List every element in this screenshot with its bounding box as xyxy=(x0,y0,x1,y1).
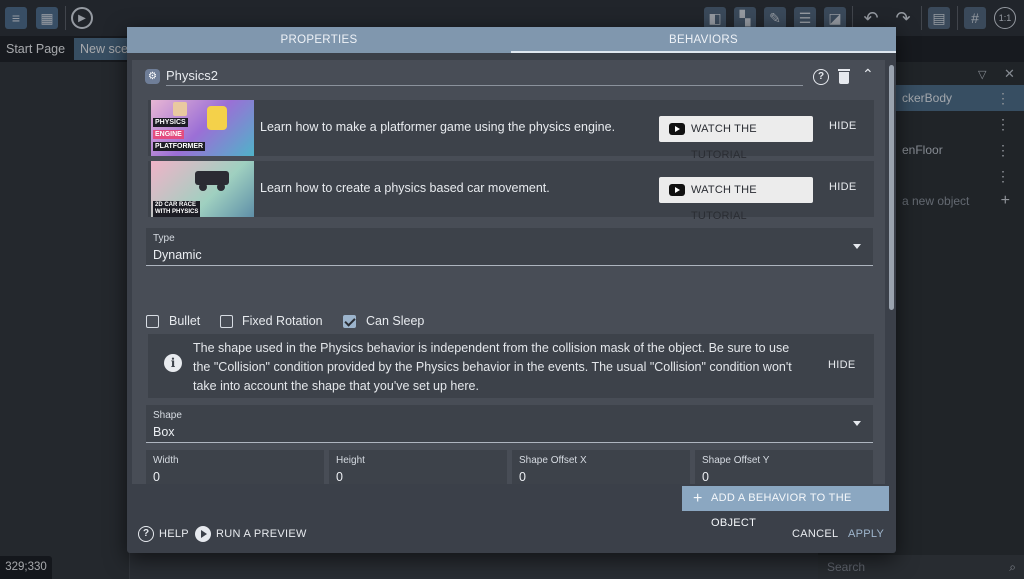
physics-behavior-icon: ⚙ xyxy=(145,69,160,84)
watch-tutorial-button[interactable]: WATCH THE TUTORIAL xyxy=(659,116,813,161)
thumb-caption: 2D CAR RACE WITH PHYSICS xyxy=(153,201,201,217)
shape-offset-x-field[interactable]: Shape Offset X 0 xyxy=(512,450,690,484)
chevron-up-icon[interactable]: ⌃ xyxy=(862,66,874,83)
tab-properties[interactable]: PROPERTIES xyxy=(127,27,511,53)
thumb-caption: ENGINE xyxy=(153,130,184,139)
hide-button[interactable]: HIDE xyxy=(828,359,855,371)
delete-icon[interactable] xyxy=(838,69,850,84)
run-preview-button[interactable]: RUN A PREVIEW xyxy=(216,528,307,540)
caret-down-icon xyxy=(853,244,861,249)
type-label: Type xyxy=(153,233,175,244)
shape-offset-y-field[interactable]: Shape Offset Y 0 xyxy=(695,450,873,484)
help-icon[interactable]: ? xyxy=(138,526,154,542)
shape-value: Box xyxy=(153,425,175,439)
info-icon: i xyxy=(164,354,182,372)
watch-tutorial-button[interactable]: WATCH THE TUTORIAL xyxy=(659,177,813,222)
field-label: Height xyxy=(336,455,365,466)
shape-select[interactable]: Shape Box xyxy=(146,405,873,443)
watch-tutorial-label: WATCH THE TUTORIAL xyxy=(691,123,757,161)
tutorial-description: Learn how to create a physics based car … xyxy=(260,181,550,195)
fixed-rotation-checkbox[interactable] xyxy=(220,315,233,328)
field-label: Width xyxy=(153,455,179,466)
watch-tutorial-label: WATCH THE TUTORIAL xyxy=(691,184,757,222)
behaviors-dialog: PROPERTIES BEHAVIORS ⚙ Physics2 ? ⌃ PHYS… xyxy=(127,27,896,553)
thumb-caption: PHYSICS xyxy=(153,118,188,127)
add-behavior-label: ADD A BEHAVIOR TO THE OBJECT xyxy=(711,492,852,529)
youtube-icon xyxy=(669,123,685,135)
behavior-list: ⚙ Physics2 ? ⌃ PHYSICS ENGINE PLATFORMER… xyxy=(132,60,885,484)
can-sleep-label: Can Sleep xyxy=(366,314,425,328)
play-icon[interactable] xyxy=(195,526,211,542)
info-text: The shape used in the Physics behavior i… xyxy=(193,341,792,393)
field-value: 0 xyxy=(153,470,160,484)
field-label: Shape Offset X xyxy=(519,455,587,466)
add-behavior-button[interactable]: + ADD A BEHAVIOR TO THE OBJECT xyxy=(682,486,889,529)
info-alert: i The shape used in the Physics behavior… xyxy=(148,334,874,398)
active-tab-indicator xyxy=(511,51,896,53)
bullet-checkbox[interactable] xyxy=(146,315,159,328)
bullet-label: Bullet xyxy=(169,314,201,328)
tutorial-thumbnail: PHYSICS ENGINE PLATFORMER xyxy=(151,100,254,156)
tutorial-card: PHYSICS ENGINE PLATFORMER Learn how to m… xyxy=(148,100,874,161)
field-value: 0 xyxy=(519,470,526,484)
behavior-name-field[interactable]: Physics2 xyxy=(166,68,803,86)
tutorial-card: 2D CAR RACE WITH PHYSICS Learn how to cre… xyxy=(148,161,874,222)
type-select[interactable]: Type Dynamic xyxy=(146,228,873,266)
hide-button[interactable]: HIDE xyxy=(829,120,856,132)
shape-label: Shape xyxy=(153,410,182,421)
tutorial-description: Learn how to make a platformer game usin… xyxy=(260,120,616,134)
thumb-caption-line: 2D CAR RACE xyxy=(155,202,197,208)
hide-button[interactable]: HIDE xyxy=(829,181,856,193)
help-icon[interactable]: ? xyxy=(813,69,829,85)
tutorial-thumbnail: 2D CAR RACE WITH PHYSICS xyxy=(151,161,254,217)
cancel-button[interactable]: CANCEL xyxy=(792,528,838,540)
fixed-rotation-label: Fixed Rotation xyxy=(242,314,323,328)
thumb-caption-line: WITH PHYSICS xyxy=(155,209,199,215)
add-icon: + xyxy=(693,490,703,507)
caret-down-icon xyxy=(853,421,861,426)
field-label: Shape Offset Y xyxy=(702,455,770,466)
type-value: Dynamic xyxy=(153,248,202,262)
youtube-icon xyxy=(669,184,685,196)
width-field[interactable]: Width 0 xyxy=(146,450,324,484)
tab-behaviors[interactable]: BEHAVIORS xyxy=(511,27,896,53)
help-button[interactable]: HELP xyxy=(159,528,189,540)
field-value: 0 xyxy=(336,470,343,484)
dialog-tab-bar: PROPERTIES BEHAVIORS xyxy=(127,27,896,53)
scrollbar-thumb[interactable] xyxy=(889,65,894,310)
thumb-caption: PLATFORMER xyxy=(153,142,206,151)
height-field[interactable]: Height 0 xyxy=(329,450,507,484)
can-sleep-checkbox[interactable] xyxy=(343,315,356,328)
field-value: 0 xyxy=(702,470,709,484)
apply-button[interactable]: APPLY xyxy=(848,528,884,540)
